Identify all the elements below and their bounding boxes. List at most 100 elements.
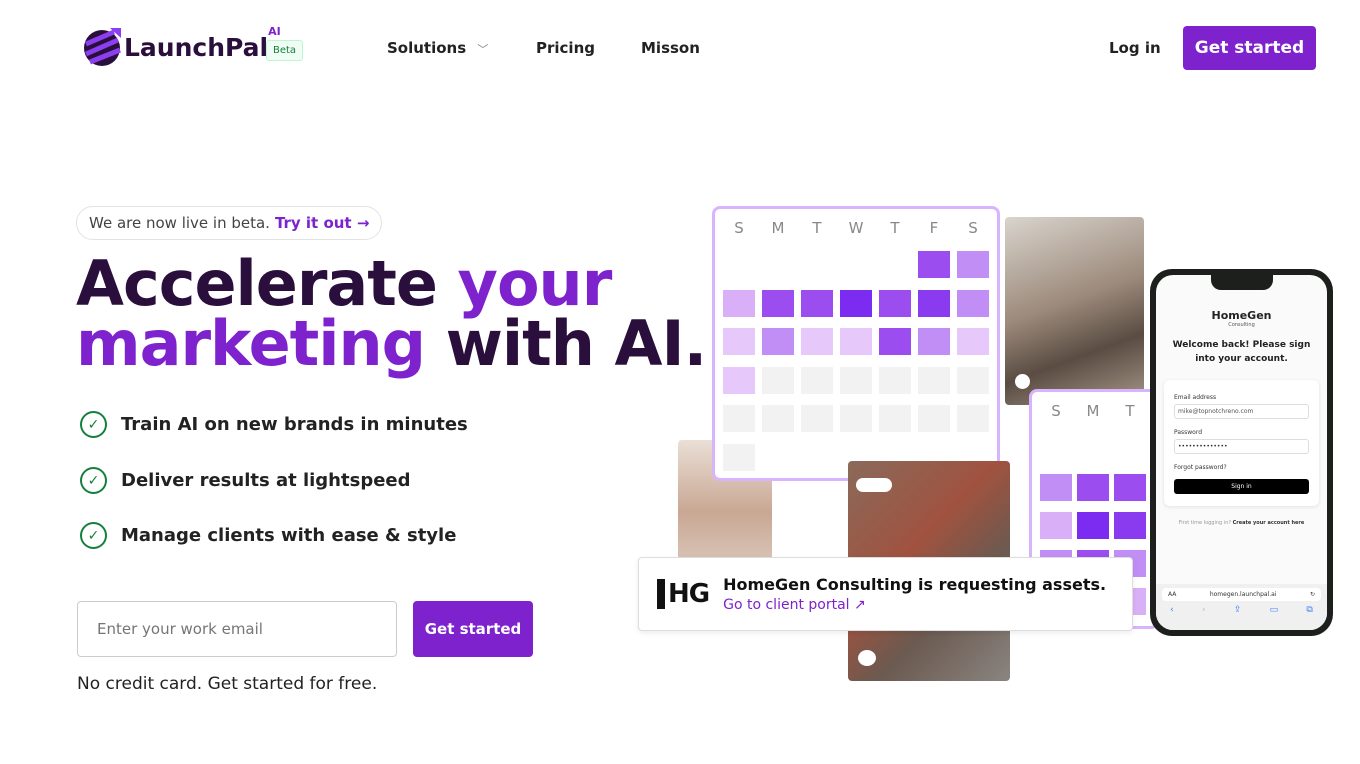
hero-title: Accelerate your marketing with AI. (76, 253, 707, 375)
calendar-day-cell (762, 289, 794, 317)
calendar-day-cell (879, 328, 911, 355)
phone-brand-sub: Consulting (1228, 322, 1255, 328)
calendar-day-cell (957, 328, 989, 355)
no-credit-card-note: No credit card. Get started for free. (77, 674, 378, 694)
calendar-day-cell (762, 405, 794, 432)
try-it-link[interactable]: Try it out → (275, 214, 369, 232)
weekday-label: T (1125, 402, 1135, 420)
feature-item: ✓ Manage clients with ease & style (80, 522, 456, 549)
reload-icon[interactable]: ↻ (1310, 591, 1315, 598)
phone-heading: Welcome back! Please sign into your acco… (1172, 340, 1311, 364)
phone-password-input[interactable]: •••••••••••••• (1174, 439, 1309, 454)
calendar-day-cell (801, 366, 833, 394)
calendar-day-cell (762, 328, 794, 355)
nav-pricing[interactable]: Pricing (536, 39, 595, 57)
text-size-button[interactable]: AA (1168, 591, 1176, 598)
phone-notch (1211, 275, 1273, 290)
logo-mark-icon (84, 28, 121, 66)
url-text: homegen.launchpal.ai (1209, 591, 1277, 598)
calendar-day-cell (840, 328, 872, 355)
announcement-pill[interactable]: We are now live in beta. Try it out → (76, 206, 383, 240)
homegen-logo: HG (657, 579, 710, 609)
calendar-day-cell (957, 366, 989, 394)
calendar-card: SMTWTFS (712, 206, 1000, 481)
calendar-day-cell (840, 289, 872, 317)
calendar-day-cell (879, 366, 911, 394)
feature-text: Train AI on new brands in minutes (121, 414, 468, 435)
weekday-label: F (929, 219, 939, 237)
nav-solutions[interactable]: Solutions ﹀ (387, 39, 488, 57)
brand-superscript: AI (268, 24, 281, 38)
weekday-label: T (890, 219, 900, 237)
calendar-day-cell (801, 328, 833, 355)
calendar-day-cell (840, 405, 872, 432)
calendar-day-cell (1077, 512, 1109, 539)
phone-brand: HomeGen (1211, 309, 1272, 322)
check-circle-icon: ✓ (80, 522, 107, 549)
calendar-day-cell (879, 289, 911, 317)
header-get-started-button[interactable]: Get started (1183, 26, 1316, 70)
create-account-link[interactable]: Create your account here (1233, 520, 1305, 526)
calendar-day-cell (957, 289, 989, 317)
password-label: Password (1174, 429, 1203, 436)
calendar-day-cell (879, 405, 911, 432)
nav-mission[interactable]: Misson (641, 39, 700, 57)
feature-text: Manage clients with ease & style (121, 525, 457, 546)
weekday-label: M (1086, 402, 1100, 420)
title-part: marketing (76, 307, 426, 380)
weekday-label: M (771, 219, 785, 237)
login-link[interactable]: Log in (1109, 39, 1161, 57)
calendar-day-cell (723, 443, 755, 471)
weekday-label: S (734, 219, 744, 237)
client-portal-link[interactable]: Go to client portal ↗ (723, 597, 1106, 613)
calendar-day-cell (918, 251, 950, 278)
calendar-day-cell (1040, 474, 1072, 501)
feature-text: Deliver results at lightspeed (121, 470, 411, 491)
weekday-label: W (848, 219, 864, 237)
calendar-day-cell (723, 405, 755, 432)
calendar-day-cell (723, 366, 755, 394)
back-icon[interactable]: ‹ (1170, 605, 1174, 615)
calendar-day-cell (801, 405, 833, 432)
calendar-day-cell (840, 366, 872, 394)
email-label: Email address (1174, 394, 1217, 401)
feature-item: ✓ Deliver results at lightspeed (80, 467, 411, 494)
calendar-day-cell (957, 405, 989, 432)
calendar-day-cell (918, 405, 950, 432)
phone-mockup: HomeGen Consulting Welcome back! Please … (1150, 269, 1333, 636)
weekday-label: S (1051, 402, 1061, 420)
calendar-day-cell (801, 289, 833, 317)
calendar-day-cell (1114, 512, 1146, 539)
first-time-text: First time logging in? (1178, 520, 1232, 526)
forgot-password-link[interactable]: Forgot password? (1174, 464, 1309, 471)
feature-item: ✓ Train AI on new brands in minutes (80, 411, 468, 438)
nav-solutions-label: Solutions (387, 39, 467, 57)
calendar-day-cell (918, 328, 950, 355)
announcement-text: We are now live in beta. (89, 214, 270, 232)
calendar-day-cell (762, 366, 794, 394)
work-email-input[interactable] (77, 601, 397, 657)
check-circle-icon: ✓ (80, 467, 107, 494)
chevron-down-icon: ﹀ (477, 43, 489, 56)
beta-badge: Beta (266, 40, 304, 61)
phone-sign-in-button[interactable]: Sign in (1174, 479, 1309, 494)
calendar-day-cell (723, 289, 755, 317)
check-circle-icon: ✓ (80, 411, 107, 438)
calendar-day-cell (1040, 512, 1072, 539)
bookmarks-icon[interactable]: ▭ (1270, 605, 1279, 615)
calendar-day-cell (957, 251, 989, 278)
calendar-day-cell (1114, 474, 1146, 501)
weekday-label: T (812, 219, 822, 237)
phone-email-input[interactable]: mike@topnotchreno.com (1174, 404, 1309, 419)
chat-bubble-icon (1015, 374, 1030, 389)
notification-title: HomeGen Consulting is requesting assets. (723, 575, 1107, 594)
tabs-icon[interactable]: ⧉ (1306, 605, 1312, 615)
forward-icon[interactable]: › (1202, 605, 1206, 615)
logo[interactable]: LaunchPal AI (84, 24, 281, 68)
share-icon[interactable]: ⇪ (1234, 605, 1242, 615)
browser-url-bar[interactable]: AA homegen.launchpal.ai ↻ (1162, 588, 1321, 601)
calendar-day-cell (1077, 474, 1109, 501)
client-notification[interactable]: HG HomeGen Consulting is requesting asse… (638, 557, 1133, 631)
hero-get-started-button[interactable]: Get started (413, 601, 533, 657)
sign-in-form: Email address mike@topnotchreno.com Pass… (1164, 380, 1319, 506)
